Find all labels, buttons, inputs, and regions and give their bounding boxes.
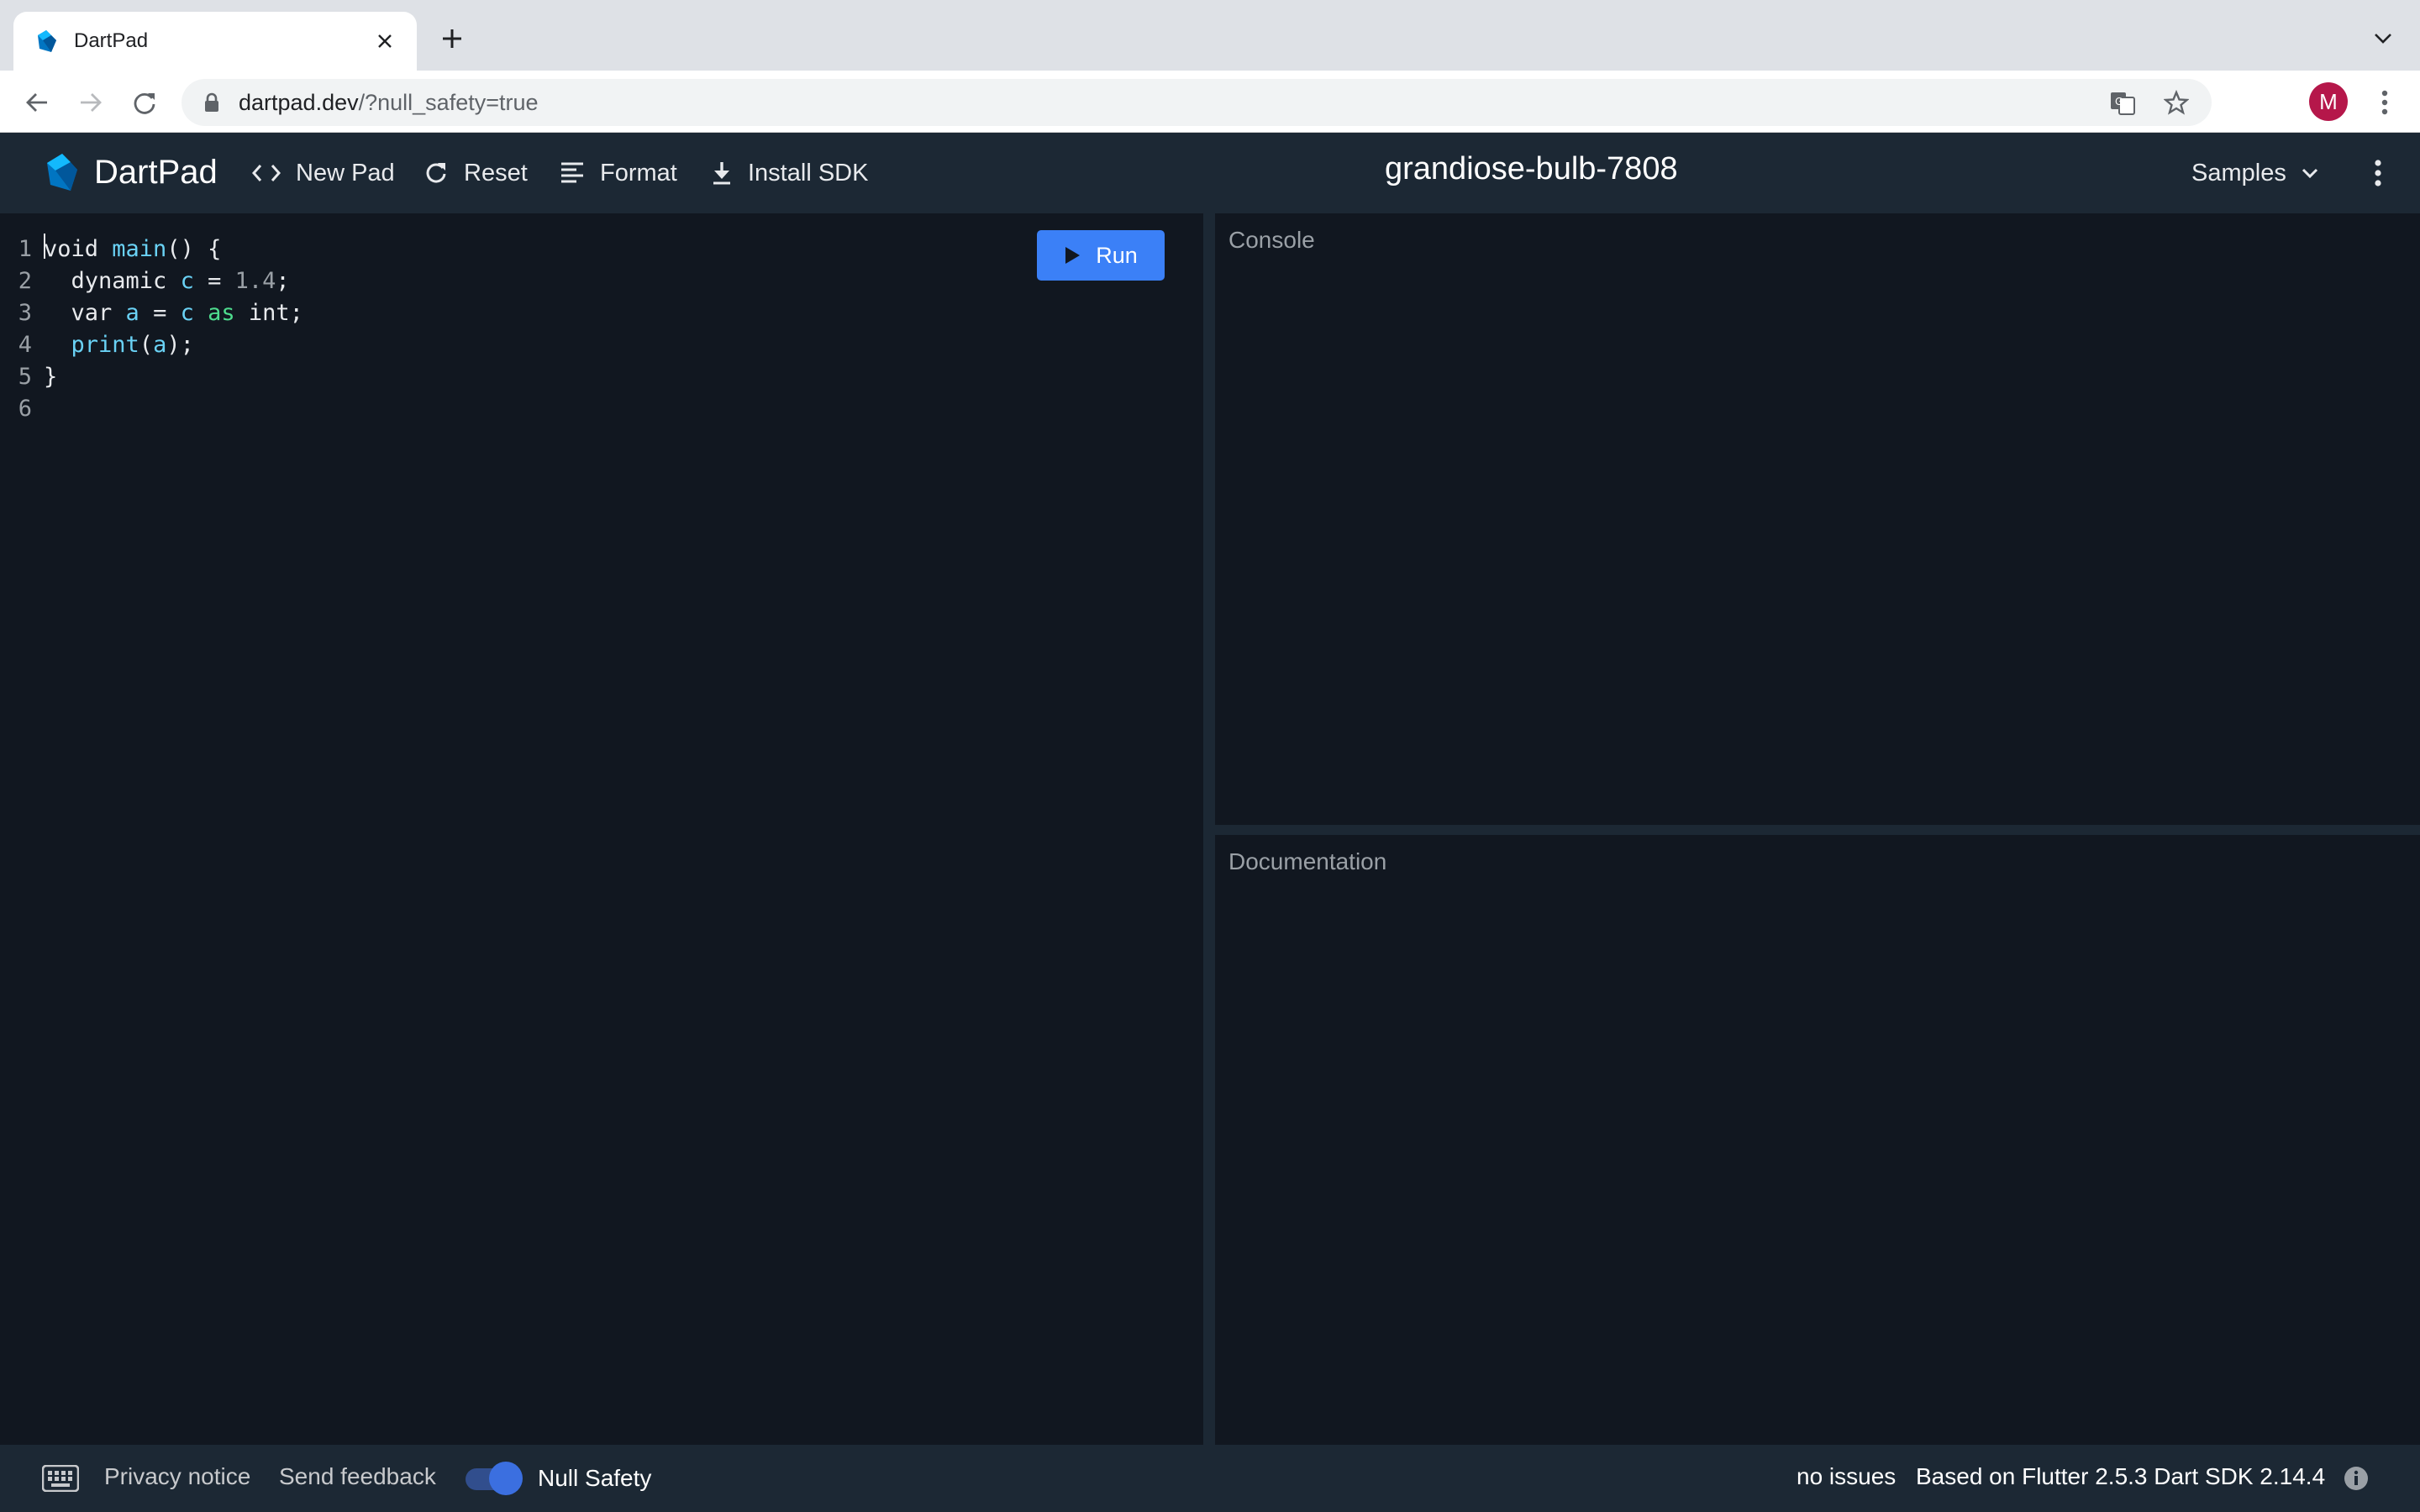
code-token: a: [125, 300, 139, 326]
keyboard-icon[interactable]: [42, 1465, 79, 1492]
code-token: void: [44, 236, 113, 262]
new-tab-button[interactable]: [434, 20, 471, 57]
run-label: Run: [1096, 242, 1138, 268]
install-sdk-button[interactable]: Install SDK: [711, 155, 868, 192]
code-token: =: [193, 268, 235, 294]
profile-avatar[interactable]: M: [2309, 82, 2348, 121]
documentation-panel: Documentation: [1215, 835, 2420, 1445]
console-panel: Console: [1215, 213, 2420, 825]
line-number: 6: [18, 396, 32, 422]
tab-search-chevron-icon[interactable]: [2370, 25, 2396, 52]
browser-tab-strip: DartPad: [0, 0, 2420, 71]
code-token: }: [44, 364, 58, 390]
issues-status[interactable]: no issues: [1797, 1463, 1896, 1490]
code-token: );: [166, 332, 194, 358]
dart-logo-icon: [32, 28, 59, 55]
console-label: Console: [1228, 227, 1315, 253]
refresh-icon: [426, 163, 446, 183]
code-line[interactable]: 5}: [0, 361, 303, 393]
samples-dropdown[interactable]: Samples: [2191, 155, 2318, 192]
code-lines[interactable]: 1 void main() {2 dynamic c = 1.4; 3 var a …: [0, 234, 303, 425]
dart-logo-icon: [47, 154, 77, 191]
url-text[interactable]: dartpad.dev/?null_safety=true: [239, 90, 2086, 116]
code-line[interactable]: 6: [0, 393, 303, 425]
code-token: ;: [276, 268, 290, 294]
code-token: a: [153, 332, 167, 358]
play-icon: [1065, 247, 1081, 264]
toggle-knob: [489, 1462, 523, 1495]
vertical-splitter[interactable]: [1203, 213, 1215, 1445]
new-pad-button[interactable]: New Pad: [252, 155, 395, 192]
chevron-down-icon: [2302, 168, 2317, 178]
format-button[interactable]: Format: [560, 155, 677, 192]
code-token: dynamic: [44, 268, 181, 294]
browser-menu-icon[interactable]: [2370, 86, 2400, 119]
send-feedback-link[interactable]: Send feedback: [279, 1463, 436, 1490]
code-token: =: [139, 300, 181, 326]
bookmark-star-icon[interactable]: [2160, 86, 2193, 119]
samples-label: Samples: [2191, 159, 2286, 186]
code-token: c: [180, 268, 194, 294]
format-align-icon: [561, 162, 583, 183]
code-line[interactable]: 3 var a = c as int;: [0, 297, 303, 329]
lock-icon[interactable]: [200, 91, 224, 114]
null-safety-label: Null Safety: [538, 1465, 652, 1491]
code-token: 1.4: [234, 268, 276, 294]
null-safety-toggle[interactable]: [462, 1462, 524, 1495]
code-token: c: [180, 300, 194, 326]
screen: DartPad dartpad.dev/?null_safety=true G …: [0, 0, 2420, 1512]
line-number: 3: [18, 300, 32, 326]
forward-arrow-icon[interactable]: [74, 86, 108, 119]
line-number: 4: [18, 332, 32, 358]
code-line[interactable]: 4 print(a);: [0, 329, 303, 361]
svg-text:G: G: [2115, 96, 2123, 108]
status-bar: Privacy notice Send feedback Null Safety…: [0, 1445, 2420, 1512]
code-icon: [252, 165, 281, 181]
install-sdk-label: Install SDK: [748, 159, 869, 186]
documentation-label: Documentation: [1228, 848, 1387, 874]
browser-nav-bar: dartpad.dev/?null_safety=true G M: [0, 71, 2420, 133]
close-tab-icon[interactable]: [371, 28, 398, 55]
code-line[interactable]: 1 void main() {: [0, 234, 303, 265]
code-token: (: [139, 332, 154, 358]
reset-label: Reset: [464, 159, 528, 186]
browser-tab[interactable]: DartPad: [13, 12, 417, 71]
code-token: var: [44, 300, 126, 326]
code-token: main: [112, 236, 167, 262]
reload-icon[interactable]: [128, 86, 161, 119]
line-number: 1: [18, 236, 32, 262]
tab-title: DartPad: [74, 29, 149, 52]
reset-button[interactable]: Reset: [424, 155, 528, 192]
line-number: 2: [18, 268, 32, 294]
download-icon: [713, 162, 730, 185]
code-line[interactable]: 2 dynamic c = 1.4;: [0, 265, 303, 297]
run-button[interactable]: Run: [1037, 230, 1165, 281]
pad-name[interactable]: grandiose-bulb-7808: [1385, 151, 1678, 187]
dartpad-title: DartPad: [94, 153, 218, 191]
format-label: Format: [600, 159, 677, 186]
code-token: () {: [166, 236, 222, 262]
dartpad-logo[interactable]: DartPad: [40, 151, 218, 193]
info-icon[interactable]: [2343, 1465, 2370, 1492]
code-token: as: [208, 300, 235, 326]
sdk-version-info: Based on Flutter 2.5.3 Dart SDK 2.14.4: [1916, 1463, 2326, 1489]
back-arrow-icon[interactable]: [20, 86, 54, 119]
translate-icon[interactable]: G: [2106, 86, 2139, 119]
privacy-notice-link[interactable]: Privacy notice: [104, 1463, 250, 1490]
code-token: int;: [234, 300, 303, 326]
new-pad-label: New Pad: [296, 159, 395, 186]
code-token: print: [71, 332, 139, 358]
address-bar[interactable]: dartpad.dev/?null_safety=true G: [182, 79, 2212, 126]
line-number: 5: [18, 364, 32, 390]
dartpad-toolbar: DartPad New Pad Reset Format Install SDK…: [0, 133, 2420, 213]
code-editor[interactable]: 1 void main() {2 dynamic c = 1.4; 3 var a …: [0, 213, 1203, 1445]
horizontal-splitter[interactable]: [1215, 825, 2420, 835]
more-options-icon[interactable]: [2363, 156, 2393, 190]
